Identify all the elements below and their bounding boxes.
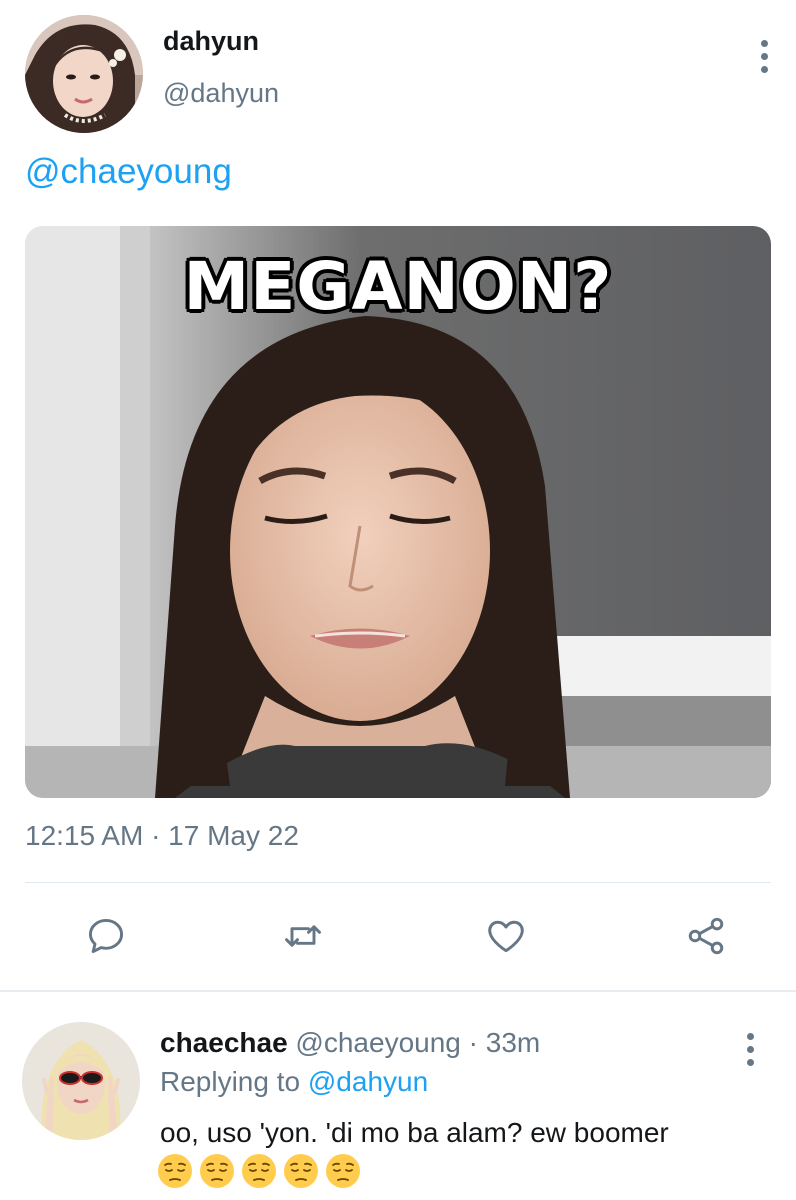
pensive-face-icon: [326, 1154, 360, 1188]
section-divider: [0, 990, 796, 992]
pensive-face-icon: [158, 1154, 192, 1188]
author-avatar[interactable]: [25, 15, 143, 133]
pensive-face-icon: [242, 1154, 276, 1188]
reply-time[interactable]: 33m: [486, 1027, 540, 1058]
pensive-face-icon: [284, 1154, 318, 1188]
tweet-timestamp[interactable]: 12:15 AM · 17 May 22: [25, 820, 299, 852]
replying-to-line: Replying to @dahyun: [160, 1066, 428, 1098]
tweet-media-image[interactable]: MEGANON?: [25, 226, 771, 798]
reply-author-avatar[interactable]: [22, 1022, 140, 1140]
replying-to-handle[interactable]: @dahyun: [308, 1066, 428, 1097]
author-display-name[interactable]: dahyun: [163, 26, 259, 57]
share-icon[interactable]: [682, 914, 730, 958]
reply-icon[interactable]: [82, 914, 130, 958]
meme-caption: MEGANON?: [183, 248, 613, 325]
reply-author-name[interactable]: chaechae: [160, 1027, 288, 1058]
replying-to-label: Replying to: [160, 1066, 308, 1097]
divider: [25, 882, 771, 883]
author-handle[interactable]: @dahyun: [163, 78, 279, 109]
reply-more-options-icon[interactable]: [740, 1033, 760, 1066]
reply-text: oo, uso 'yon. 'di mo ba alam? ew boomer: [160, 1117, 669, 1148]
retweet-icon[interactable]: [279, 914, 327, 958]
reply-author-handle[interactable]: @chaeyoung: [295, 1027, 460, 1058]
reply-separator: ·: [460, 1027, 486, 1058]
more-options-icon[interactable]: [754, 40, 774, 73]
reply-header: chaechae @chaeyoung · 33m: [160, 1027, 540, 1059]
reply-emoji-row: [157, 1153, 361, 1189]
pensive-face-icon: [200, 1154, 234, 1188]
tweet-text-mention[interactable]: @chaeyoung: [25, 152, 232, 192]
heart-icon[interactable]: [482, 914, 530, 958]
